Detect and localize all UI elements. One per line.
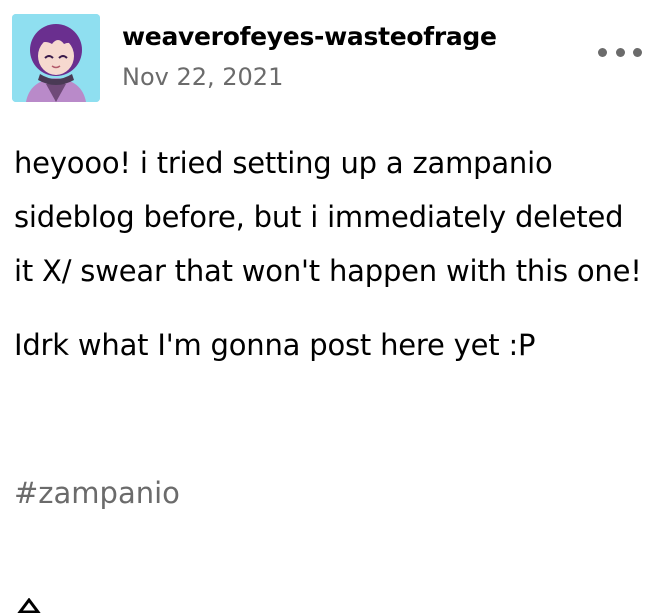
- footer-action-icon[interactable]: [14, 598, 44, 613]
- post-tags: #zampanio: [14, 470, 180, 516]
- post-paragraph: Idrk what I'm gonna post here yet :P: [14, 328, 536, 362]
- dot-icon: [633, 47, 642, 57]
- username-link[interactable]: weaverofeyes-wastеofrage: [122, 20, 497, 54]
- post-paragraph: heyooo! i tried setting up a zampanio si…: [14, 146, 642, 288]
- avatar[interactable]: [12, 14, 100, 102]
- post-header: weaverofeyes-wastеofrage Nov 22, 2021: [12, 14, 642, 102]
- post-card: weaverofeyes-wastеofrage Nov 22, 2021 he…: [0, 0, 653, 613]
- user-block: weaverofeyes-wastеofrage Nov 22, 2021: [122, 20, 497, 94]
- dot-icon: [598, 47, 607, 57]
- post-date[interactable]: Nov 22, 2021: [122, 60, 497, 94]
- post-body: heyooo! i tried setting up a zampanio si…: [14, 136, 644, 372]
- dot-icon: [615, 47, 625, 57]
- more-options-icon[interactable]: [598, 40, 642, 64]
- avatar-image-icon: [12, 14, 100, 102]
- tag-link[interactable]: #zampanio: [14, 476, 180, 510]
